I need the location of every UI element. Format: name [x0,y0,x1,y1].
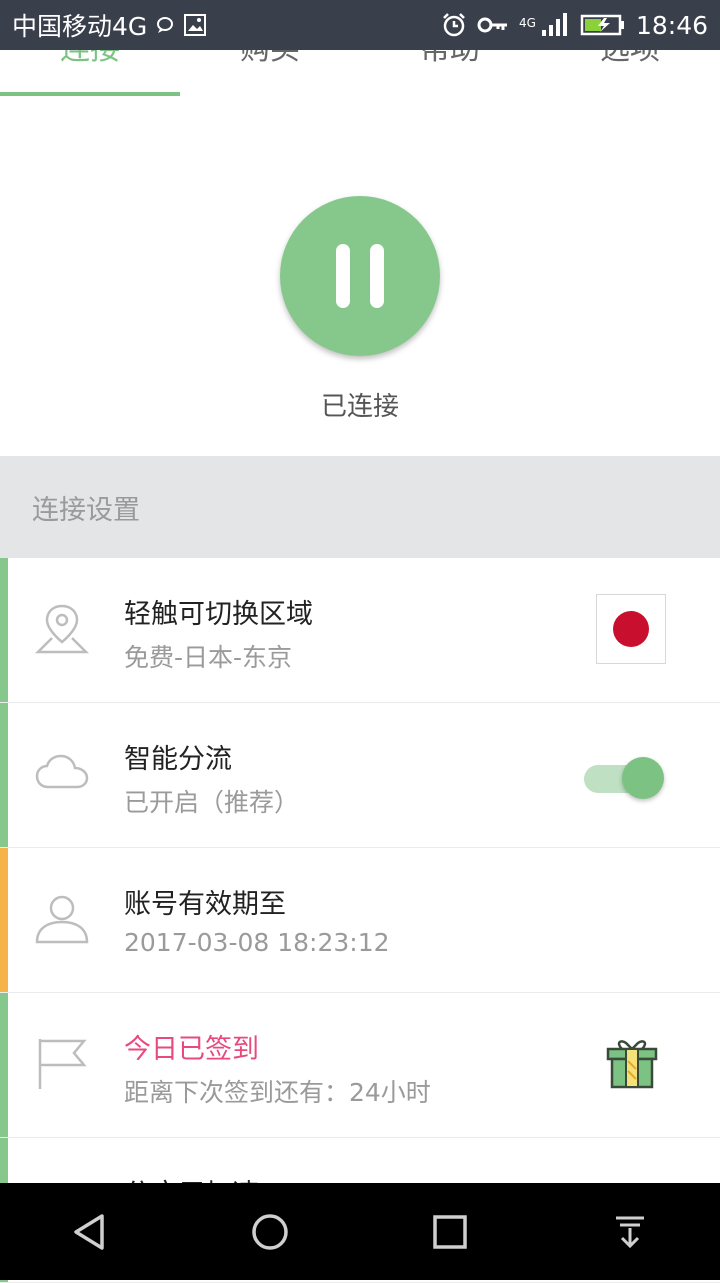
row-title: 账号有效期至 [124,889,286,920]
tab-options[interactable]: 选项 [540,50,720,96]
pause-icon [336,244,350,308]
row-accent [0,993,8,1137]
smart-split-row[interactable]: 智能分流 已开启（推荐） [0,703,720,848]
network-type-badge: 4G [519,15,536,30]
row-subtitle: 距离下次签到还有：24小时 [124,1078,431,1107]
image-icon [183,13,207,37]
chat-bubble-icon [155,15,175,35]
japan-flag-icon[interactable] [596,594,666,664]
recent-apps-icon[interactable] [420,1202,480,1262]
clock: 18:46 [635,10,708,40]
connection-status: 已连接 [320,392,399,422]
region-row[interactable]: 轻触可切换区域 免费-日本-东京 [0,558,720,703]
cloud-icon [34,745,90,801]
battery-charging-icon [580,13,626,37]
smart-split-toggle[interactable] [584,757,666,799]
status-bar: 中国移动4G 4G 18:46 [0,0,720,50]
row-title: 今日已签到 [124,1034,259,1065]
section-title: 连接设置 [32,494,140,526]
row-accent [0,848,8,992]
carrier-label: 中国移动4G [12,12,148,41]
row-title: 智能分流 [124,744,232,775]
system-nav-bar [0,1183,720,1280]
tab-buy[interactable]: 购买 [180,50,360,96]
row-subtitle: 已开启（推荐） [124,788,300,817]
notification-pulldown-icon[interactable] [600,1202,660,1262]
location-pin-icon [34,600,90,656]
tab-connect[interactable]: 连接 [0,50,180,96]
row-subtitle: 2017-03-08 18:23:12 [124,928,390,957]
tab-help[interactable]: 帮助 [360,50,540,96]
gift-icon[interactable] [606,1039,658,1089]
row-title: 轻触可切换区域 [124,599,313,630]
checkin-row[interactable]: 今日已签到 距离下次签到还有：24小时 [0,993,720,1138]
user-icon [34,890,90,946]
signal-strength-icon [540,12,570,38]
row-subtitle: 免费-日本-东京 [124,643,293,672]
row-accent [0,558,8,702]
account-expiry-row: 账号有效期至 2017-03-08 18:23:12 [0,848,720,993]
key-icon [477,15,509,35]
tab-bar: 连接 购买 帮助 选项 [0,50,720,96]
settings-list: 轻触可切换区域 免费-日本-东京 智能分流 已开启（推荐） 账号有效期至 201… [0,558,720,1283]
home-icon[interactable] [240,1202,300,1262]
tab-indicator [0,92,180,96]
row-accent [0,703,8,847]
back-icon[interactable] [60,1202,120,1262]
disconnect-button[interactable] [280,196,440,356]
alarm-icon [441,12,467,38]
section-header: 连接设置 [0,456,720,558]
flag-icon [34,1035,90,1091]
